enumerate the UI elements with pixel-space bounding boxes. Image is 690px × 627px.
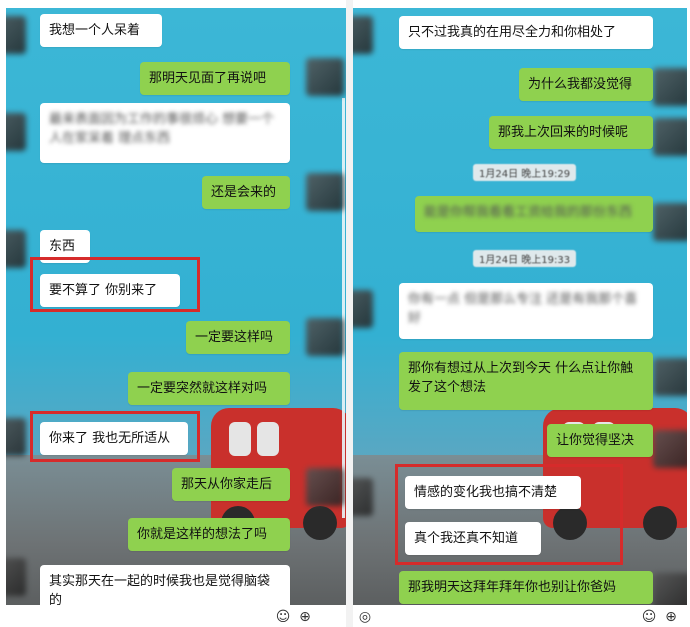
scrollbar[interactable] bbox=[342, 98, 345, 518]
avatar bbox=[653, 430, 687, 468]
message-sent[interactable]: 为什么我都没觉得 bbox=[519, 68, 653, 101]
avatar bbox=[653, 68, 687, 106]
message-sent[interactable]: 还是会来的 bbox=[202, 176, 290, 209]
panel-divider bbox=[346, 0, 353, 627]
message-sent[interactable]: 一定要突然就这样对吗 bbox=[128, 372, 290, 405]
message-sent[interactable]: 那天从你家走后 bbox=[172, 468, 290, 501]
message-received[interactable]: 最来表面因为工作的事很烦心 想要一个人在家呆着 理点东西 bbox=[40, 103, 290, 163]
highlight-box bbox=[30, 257, 200, 312]
message-sent[interactable]: 能是你帮我看看工资给我的那份东西 bbox=[415, 196, 653, 232]
avatar bbox=[353, 16, 373, 54]
avatar bbox=[306, 173, 344, 211]
avatar bbox=[6, 230, 26, 268]
highlight-box bbox=[395, 464, 623, 565]
message-sent[interactable]: 那我上次回来的时候呢 bbox=[489, 116, 653, 149]
avatar bbox=[653, 203, 687, 241]
message-sent[interactable]: 你就是这样的想法了吗 bbox=[128, 518, 290, 551]
chat-panel-left: 我想一个人呆着 那明天见面了再说吧 最来表面因为工作的事很烦心 想要一个人在家呆… bbox=[6, 8, 346, 605]
avatar bbox=[6, 558, 26, 596]
avatar bbox=[306, 318, 344, 356]
message-sent[interactable]: 那你有想过从上次到今天 什么点让你触发了这个想法 bbox=[399, 352, 653, 410]
message-sent[interactable]: 那明天见面了再说吧 bbox=[140, 62, 290, 95]
message-received[interactable]: 我想一个人呆着 bbox=[40, 14, 162, 47]
timestamp: 1月24日 晚上19:29 bbox=[473, 164, 577, 181]
avatar bbox=[353, 290, 373, 328]
message-sent[interactable]: 让你觉得坚决 bbox=[547, 424, 653, 457]
add-icon[interactable]: ⊕ bbox=[297, 609, 313, 625]
message-sent[interactable]: 一定要这样吗 bbox=[186, 321, 290, 354]
avatar bbox=[306, 58, 344, 96]
avatar bbox=[306, 468, 344, 506]
voice-icon[interactable]: ◎ bbox=[357, 609, 373, 625]
message-received[interactable]: 只不过我真的在用尽全力和你相处了 bbox=[399, 16, 653, 49]
timestamp: 1月24日 晚上19:33 bbox=[473, 250, 577, 267]
avatar bbox=[6, 418, 26, 456]
emoji-icon[interactable]: ☺ bbox=[275, 609, 291, 625]
avatar bbox=[6, 16, 26, 54]
highlight-box bbox=[30, 411, 200, 462]
message-received[interactable]: 你有一点 但是那么专注 还是有我那个喜好 bbox=[399, 283, 653, 339]
avatar bbox=[353, 478, 373, 516]
add-icon[interactable]: ⊕ bbox=[663, 609, 679, 625]
avatar bbox=[653, 118, 687, 156]
avatar bbox=[6, 113, 26, 151]
emoji-icon[interactable]: ☺ bbox=[641, 609, 657, 625]
avatar bbox=[653, 358, 687, 396]
message-received[interactable]: 其实那天在一起的时候我也是觉得脑袋的 bbox=[40, 565, 290, 605]
message-sent[interactable]: 那我明天这拜年拜年你也别让你爸妈 bbox=[399, 571, 653, 604]
avatar bbox=[653, 573, 687, 605]
chat-panel-right: 只不过我真的在用尽全力和你相处了 为什么我都没觉得 那我上次回来的时候呢 1月2… bbox=[353, 8, 687, 605]
